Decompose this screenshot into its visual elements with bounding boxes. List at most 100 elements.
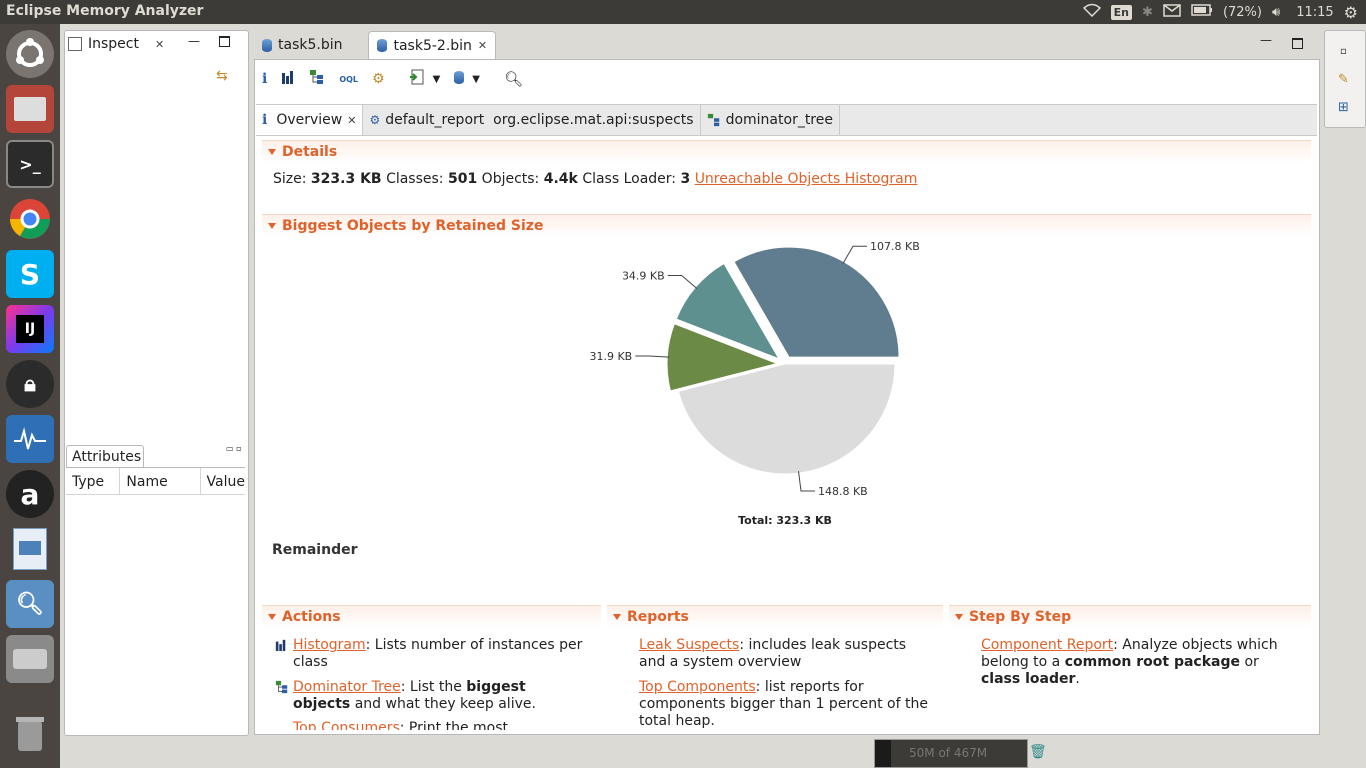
histogram-icon <box>275 639 286 651</box>
editor-tab-label: task5.bin <box>278 37 343 53</box>
search-icon[interactable]: 🔍︎ <box>504 70 523 88</box>
actions-section-header[interactable]: Actions <box>262 605 601 628</box>
intellij-icon[interactable]: IJ <box>6 305 54 353</box>
classes-value: 501 <box>447 171 478 187</box>
pie-leader-line <box>798 471 815 492</box>
unreachable-objects-histogram-link[interactable]: Unreachable Objects Histogram <box>695 171 918 187</box>
column-name[interactable]: Name <box>120 468 201 494</box>
ubuntu-dash-icon[interactable] <box>6 30 54 78</box>
chevron-down-icon[interactable]: ▼ <box>433 74 441 85</box>
reports-section-header[interactable]: Reports <box>607 605 943 628</box>
pie-leader-line <box>842 245 867 264</box>
component-desc-bold2: class loader <box>981 671 1076 687</box>
gear-icon[interactable]: ⚙ <box>1344 3 1358 22</box>
component-report-link[interactable]: Component Report <box>981 637 1113 653</box>
tab-dominator-tree[interactable]: dominator_tree <box>700 105 840 135</box>
wifi-icon[interactable] <box>1082 3 1101 21</box>
libreoffice-impress-icon[interactable] <box>6 525 54 573</box>
oql-icon[interactable]: OQL <box>339 75 358 84</box>
run-report-icon[interactable] <box>409 69 425 89</box>
histogram-icon[interactable] <box>281 70 295 88</box>
restore-icon[interactable]: ▫ <box>1340 46 1347 57</box>
action-top-consumers: Top Consumers: Print the most expensive <box>275 720 585 730</box>
battery-icon[interactable] <box>1191 4 1213 20</box>
collapse-triangle-icon[interactable] <box>268 149 276 155</box>
attributes-header-row: Type Name Value <box>66 467 245 495</box>
component-desc-end: . <box>1075 671 1080 687</box>
editor-tab-task5[interactable]: task5.bin <box>254 31 350 59</box>
maximize-icon[interactable] <box>219 36 230 47</box>
heap-status[interactable]: 50M of 467M <box>874 739 1028 768</box>
skype-icon[interactable]: S <box>6 250 54 298</box>
collapse-triangle-icon[interactable] <box>268 614 276 620</box>
biggest-objects-header: Biggest Objects by Retained Size <box>282 218 544 234</box>
action-dominator-tree: Dominator Tree: List the biggest objects… <box>275 679 585 713</box>
info-icon[interactable]: i <box>262 71 267 87</box>
tab-default-report[interactable]: ⚙ default_report org.eclipse.mat.api:sus… <box>363 105 701 135</box>
details-section-header[interactable]: Details <box>262 140 1311 163</box>
bluetooth-icon[interactable]: ✱ <box>1142 5 1153 20</box>
keyboard-language[interactable]: En <box>1110 4 1133 20</box>
pie-slice-label: 31.9 KB <box>589 350 632 363</box>
collapse-triangle-icon[interactable] <box>613 614 621 620</box>
top-consumers-link[interactable]: Top Consumers <box>293 720 400 730</box>
column-value[interactable]: Value <box>201 468 245 494</box>
step-by-step-section-header[interactable]: Step By Step <box>949 605 1311 628</box>
clock[interactable]: 11:15 <box>1296 5 1333 20</box>
minimize-icon[interactable]: — <box>188 34 200 48</box>
tree-icon[interactable]: ⊞ <box>1338 100 1349 115</box>
dominator-tree-icon[interactable] <box>309 69 325 89</box>
histogram-link[interactable]: Histogram <box>293 637 366 653</box>
tab-label: default_report org.eclipse.mat.api:suspe… <box>385 112 694 128</box>
inspect-panel <box>64 30 249 736</box>
system-monitor-icon[interactable] <box>6 415 54 463</box>
report-leak-suspects: Leak Suspects: includes leak suspects an… <box>639 637 934 671</box>
chevron-down-icon[interactable]: ▼ <box>472 74 480 85</box>
attributes-min-icon[interactable]: ▭ ▫ <box>226 444 242 453</box>
editor-tab-task5-2[interactable]: task5-2.bin ✕ <box>368 30 497 60</box>
lock-icon[interactable]: 🔒︎ <box>6 360 54 408</box>
disk-icon[interactable] <box>6 635 54 683</box>
thread-overview-icon[interactable]: ⚙ <box>372 71 385 87</box>
tab-overview[interactable]: i Overview ✕ <box>256 105 364 135</box>
attributes-tab-label: Attributes <box>72 449 142 465</box>
collapse-triangle-icon[interactable] <box>268 223 276 229</box>
dominator-tree-icon <box>707 113 719 127</box>
report-top-components: Top Components: list reports for compone… <box>639 679 934 730</box>
editor-maximize-icon[interactable] <box>1292 38 1303 49</box>
mail-icon[interactable] <box>1163 3 1181 21</box>
query-browser-icon[interactable] <box>454 70 465 88</box>
inspect-tab-label: Inspect <box>88 36 139 52</box>
step-by-step-header: Step By Step <box>969 609 1072 625</box>
pie-leader-line <box>635 355 670 358</box>
dominator-tree-link[interactable]: Dominator Tree <box>293 679 401 695</box>
files-icon[interactable] <box>6 85 54 133</box>
attributes-tab[interactable]: Attributes <box>66 445 144 468</box>
editor-minimize-icon[interactable]: — <box>1260 33 1272 47</box>
garbage-collect-icon[interactable]: 🗑︎ <box>1029 744 1047 760</box>
close-icon[interactable]: ✕ <box>347 114 356 127</box>
memory-analyzer-icon[interactable]: 🔍︎ <box>6 580 54 628</box>
collapse-triangle-icon[interactable] <box>955 614 963 620</box>
column-type[interactable]: Type <box>66 468 121 494</box>
terminal-icon[interactable]: >_ <box>6 140 54 188</box>
biggest-objects-section-header[interactable]: Biggest Objects by Retained Size <box>262 214 1311 237</box>
editor-tabs: task5.bin task5-2.bin ✕ <box>254 30 497 60</box>
objects-value: 4.4k <box>543 171 578 187</box>
volume-icon[interactable]: 🔊︎ <box>1272 5 1280 20</box>
amazon-icon[interactable]: a <box>6 470 54 518</box>
inspect-view-icon <box>68 37 82 51</box>
top-panel: Eclipse Memory Analyzer En ✱ (72%) 🔊︎ 11… <box>0 0 1366 24</box>
chrome-icon[interactable] <box>6 195 54 243</box>
close-icon[interactable]: ✕ <box>478 39 487 52</box>
close-icon[interactable]: ✕ <box>155 38 164 51</box>
database-icon <box>262 38 272 52</box>
sync-icon[interactable]: ⇆ <box>216 68 228 84</box>
notes-icon[interactable]: ✎ <box>1338 72 1349 87</box>
top-components-link[interactable]: Top Components <box>639 679 756 695</box>
system-tray: En ✱ (72%) 🔊︎ 11:15 ⚙ <box>1082 0 1366 24</box>
inspect-tab[interactable]: Inspect ✕ <box>68 33 164 55</box>
trash-icon[interactable] <box>6 710 54 758</box>
dominator-desc-pre: : List the <box>400 679 467 695</box>
leak-suspects-link[interactable]: Leak Suspects <box>639 637 739 653</box>
